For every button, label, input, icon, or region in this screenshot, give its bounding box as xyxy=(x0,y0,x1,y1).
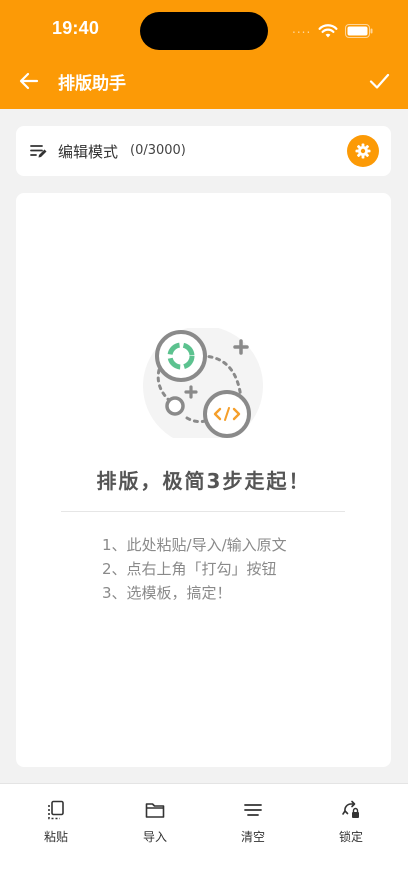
lock-rotate-icon xyxy=(342,800,359,818)
empty-state-title: 排版，极简3步走起！ xyxy=(96,469,311,493)
step-1: 1、此处粘贴/导入/输入原文 xyxy=(102,536,287,554)
arrow-left-icon[interactable] xyxy=(18,70,40,92)
step-2: 2、点右上角「打勾」按钮 xyxy=(102,560,277,578)
edit-mode-bar: 编辑模式 (0/3000) xyxy=(16,126,391,176)
empty-state-illustration xyxy=(143,328,263,438)
paste-label: 粘贴 xyxy=(43,830,68,844)
clear-button[interactable]: 清空 xyxy=(218,800,288,850)
lock-button[interactable]: 锁定 xyxy=(316,800,386,850)
import-label: 导入 xyxy=(142,830,167,844)
dynamic-island xyxy=(140,12,268,50)
bottom-toolbar: 粘贴 导入 清空 锁定 xyxy=(0,783,408,883)
instruction-steps: 1、此处粘贴/导入/输入原文 2、点右上角「打勾」按钮 3、选模板，搞定！ xyxy=(102,533,287,605)
lock-label: 锁定 xyxy=(338,830,363,844)
text-editor-area[interactable]: 排版，极简3步走起！ 1、此处粘贴/导入/输入原文 2、点右上角「打勾」按钮 3… xyxy=(16,193,391,767)
import-button[interactable]: 导入 xyxy=(120,800,190,850)
edit-lines-icon xyxy=(30,145,47,158)
check-icon[interactable] xyxy=(368,70,390,92)
app-header: 19:40 .... 排版助手 xyxy=(0,0,408,109)
wifi-icon xyxy=(318,24,338,38)
paste-button[interactable]: 粘贴 xyxy=(21,800,91,850)
divider xyxy=(61,511,345,512)
step-3: 3、选模板，搞定！ xyxy=(102,584,232,602)
paste-icon xyxy=(48,800,64,820)
status-time: 19:40 xyxy=(52,18,100,38)
clear-label: 清空 xyxy=(240,830,265,844)
page-title: 排版助手 xyxy=(58,74,126,94)
gear-icon xyxy=(355,143,371,159)
battery-icon xyxy=(345,24,373,38)
settings-button[interactable] xyxy=(347,135,379,167)
character-count: (0/3000) xyxy=(130,143,186,158)
mode-label: 编辑模式 xyxy=(58,143,119,161)
signal-icon: .... xyxy=(292,22,312,36)
folder-icon xyxy=(145,803,165,818)
clear-lines-icon xyxy=(244,804,262,816)
